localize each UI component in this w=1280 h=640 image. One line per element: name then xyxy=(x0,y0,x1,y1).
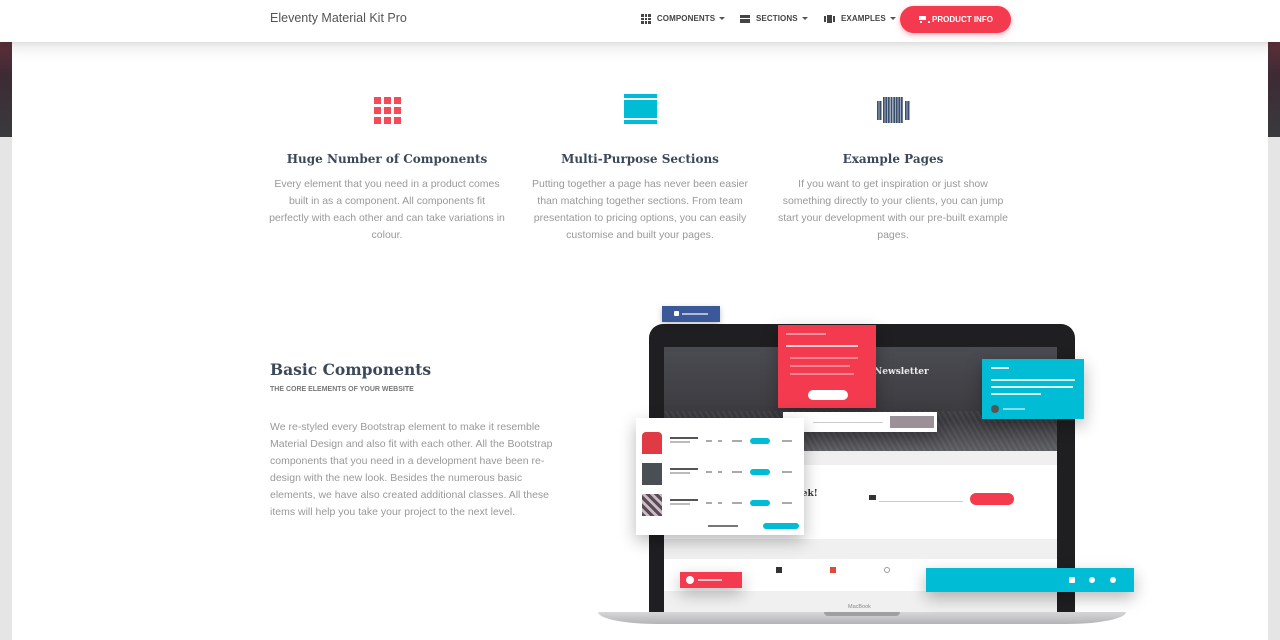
shopping-cart-icon xyxy=(918,15,931,24)
nav-sections-dropdown[interactable]: Sections xyxy=(740,14,808,23)
section-subtitle: The core elements of your website xyxy=(270,386,414,393)
share-button-card xyxy=(680,572,742,588)
subscribe-form-card xyxy=(783,412,937,432)
table-row xyxy=(642,432,798,458)
section-title: Basic Components xyxy=(270,360,432,379)
avatar xyxy=(991,405,999,413)
table-row xyxy=(642,494,798,520)
nav-examples-dropdown[interactable]: Examples xyxy=(824,14,896,23)
brand-link[interactable]: Eleventy Material Kit Pro xyxy=(270,11,407,25)
feature-components: Huge Number of Components Every element … xyxy=(269,92,505,244)
caret-down-icon xyxy=(719,17,726,21)
footer-bar-card xyxy=(926,568,1134,592)
apps-grid-icon xyxy=(373,96,401,124)
feature-description: If you want to get inspiration or just s… xyxy=(778,178,1008,241)
navbar: Eleventy Material Kit Pro Components Sec… xyxy=(0,0,1280,42)
laptop-base xyxy=(598,612,1126,624)
table-row xyxy=(642,463,798,489)
feature-description: Putting together a page has never been e… xyxy=(532,178,748,241)
settings-icon xyxy=(1110,577,1116,583)
section-description: We re-styled every Bootstrap element to … xyxy=(270,421,553,518)
tweet-card-cyan xyxy=(982,359,1084,419)
feature-title: Huge Number of Components xyxy=(286,152,488,166)
mockup-subscribe-gray-button xyxy=(890,416,934,428)
nav-components-label: Components xyxy=(656,14,716,24)
mockup-card-button xyxy=(808,390,848,400)
nav-components-dropdown[interactable]: Components xyxy=(641,14,726,24)
product-jacket-image xyxy=(642,432,662,454)
mail-icon xyxy=(1069,577,1075,583)
product-tshirt-image xyxy=(642,463,662,485)
feature-examples: Example Pages If you want to get inspira… xyxy=(775,92,1011,244)
shopping-cart-table-card xyxy=(636,418,804,535)
mail-icon xyxy=(869,495,876,500)
mockup-newsletter-heading: Newsletter xyxy=(874,367,929,377)
testimonial-card-red xyxy=(778,325,876,408)
facebook-share-card xyxy=(662,306,720,322)
product-info-label: Product Info xyxy=(932,15,993,24)
apps-icon xyxy=(641,14,651,24)
feature-title: Multi-Purpose Sections xyxy=(561,152,719,166)
product-shirt-image xyxy=(642,494,662,516)
sections-icon xyxy=(740,14,750,23)
google-plus-icon xyxy=(830,567,836,573)
product-info-button[interactable]: Product Info xyxy=(900,6,1011,33)
view-day-icon xyxy=(623,94,657,126)
mockup-subscribe-button xyxy=(970,493,1014,505)
feature-sections: Multi-Purpose Sections Putting together … xyxy=(522,92,758,244)
feature-description: Every element that you need in a product… xyxy=(269,178,505,241)
facebook-icon xyxy=(776,567,782,573)
caret-down-icon xyxy=(889,17,896,20)
dribbble-icon xyxy=(884,567,890,573)
laptop-label: MacBook xyxy=(848,604,871,610)
nav-sections-label: Sections xyxy=(756,14,798,23)
wifi-icon xyxy=(1089,577,1095,583)
caret-down-icon xyxy=(801,17,808,20)
mockup-checkout-button xyxy=(763,523,799,529)
view-carousel-icon xyxy=(876,97,910,123)
examples-icon xyxy=(824,14,835,23)
nav-examples-label: Examples xyxy=(841,14,886,23)
feature-title: Example Pages xyxy=(842,152,944,166)
